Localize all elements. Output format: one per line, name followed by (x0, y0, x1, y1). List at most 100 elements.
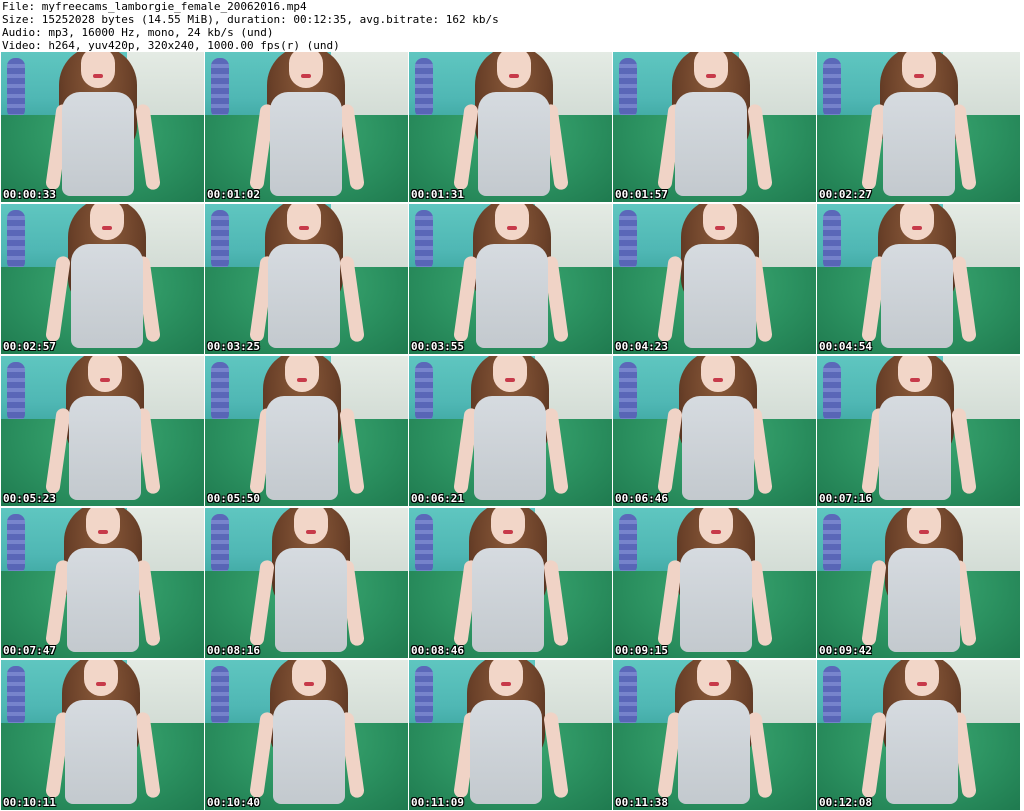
person-lips (502, 530, 513, 534)
person-top (265, 396, 338, 500)
person-lips (97, 530, 108, 534)
person-face (496, 52, 531, 88)
person-face (698, 508, 733, 544)
person-top (267, 244, 340, 348)
person-top (885, 700, 958, 804)
person-lips (714, 226, 725, 230)
video-thumbnail: 00:12:08 (817, 660, 1020, 810)
person-face (85, 508, 120, 544)
video-thumbnail: 00:00:33 (1, 52, 204, 202)
person-top (679, 548, 752, 652)
timestamp-label: 00:12:08 (819, 796, 872, 809)
person-face (284, 356, 319, 392)
person-top (882, 92, 955, 196)
person-face (906, 508, 941, 544)
timestamp-label: 00:05:23 (3, 492, 56, 505)
person-face (696, 660, 731, 696)
timestamp-label: 00:11:38 (615, 796, 668, 809)
person-face (702, 204, 737, 240)
person-face (490, 508, 525, 544)
person-face (288, 52, 323, 88)
person-lips (303, 682, 314, 686)
person-face (83, 660, 118, 696)
person-top (469, 700, 542, 804)
person-lips (705, 74, 716, 78)
person-lips (508, 74, 519, 78)
video-thumbnail: 00:05:50 (205, 356, 408, 506)
person-top (269, 92, 342, 196)
person-face (80, 52, 115, 88)
person-lips (92, 74, 103, 78)
person-top (61, 92, 134, 196)
person-lips (506, 226, 517, 230)
video-thumbnail: 00:04:54 (817, 204, 1020, 354)
person-lips (916, 682, 927, 686)
person-top (677, 700, 750, 804)
video-thumbnail: 00:09:42 (817, 508, 1020, 658)
person-top (681, 396, 754, 500)
person-face (693, 52, 728, 88)
person-lips (296, 378, 307, 382)
file-info-header: File: myfreecams_lamborgie_female_200620… (2, 0, 1020, 52)
person-face (492, 356, 527, 392)
person-face (89, 204, 124, 240)
person-lips (909, 378, 920, 382)
person-top (878, 396, 951, 500)
person-lips (918, 530, 929, 534)
person-face (494, 204, 529, 240)
video-thumbnail: 00:02:57 (1, 204, 204, 354)
person-lips (300, 74, 311, 78)
person-lips (913, 74, 924, 78)
video-thumbnail: 00:10:11 (1, 660, 204, 810)
timestamp-label: 00:05:50 (207, 492, 260, 505)
person-lips (95, 682, 106, 686)
person-face (899, 204, 934, 240)
person-lips (298, 226, 309, 230)
video-thumbnail: 00:11:09 (409, 660, 612, 810)
person-lips (712, 378, 723, 382)
person-top (683, 244, 756, 348)
person-face (700, 356, 735, 392)
video-info-line: Video: h264, yuv420p, 320x240, 1000.00 f… (2, 39, 340, 52)
video-thumbnail: 00:08:46 (409, 508, 612, 658)
person-lips (710, 530, 721, 534)
person-face (901, 52, 936, 88)
person-face (87, 356, 122, 392)
video-thumbnail: 00:07:16 (817, 356, 1020, 506)
person-top (880, 244, 953, 348)
timestamp-label: 00:04:23 (615, 340, 668, 353)
timestamp-label: 00:01:31 (411, 188, 464, 201)
person-lips (305, 530, 316, 534)
timestamp-label: 00:07:16 (819, 492, 872, 505)
person-face (904, 660, 939, 696)
video-thumbnail: 00:07:47 (1, 508, 204, 658)
timestamp-label: 00:02:27 (819, 188, 872, 201)
thumbnail-grid: 00:00:33 00:01:02 00:01:31 00:01:57 00:02:27… (0, 52, 1024, 811)
video-thumbnail: 00:02:27 (817, 52, 1020, 202)
video-thumbnail: 00:06:21 (409, 356, 612, 506)
person-face (291, 660, 326, 696)
person-lips (504, 378, 515, 382)
video-thumbnail: 00:11:38 (613, 660, 816, 810)
person-top (887, 548, 960, 652)
person-lips (911, 226, 922, 230)
timestamp-label: 00:00:33 (3, 188, 56, 201)
person-top (475, 244, 548, 348)
video-thumbnail: 00:09:15 (613, 508, 816, 658)
person-face (488, 660, 523, 696)
video-thumbnail: 00:01:31 (409, 52, 612, 202)
file-name-line: File: myfreecams_lamborgie_female_200620… (2, 0, 307, 13)
person-lips (101, 226, 112, 230)
timestamp-label: 00:02:57 (3, 340, 56, 353)
person-top (274, 548, 347, 652)
file-size-line: Size: 15252028 bytes (14.55 MiB), durati… (2, 13, 499, 26)
person-top (272, 700, 345, 804)
person-lips (500, 682, 511, 686)
video-thumbnail: 00:04:23 (613, 204, 816, 354)
person-lips (708, 682, 719, 686)
person-lips (99, 378, 110, 382)
person-top (68, 396, 141, 500)
timestamp-label: 00:08:46 (411, 644, 464, 657)
person-top (477, 92, 550, 196)
timestamp-label: 00:06:46 (615, 492, 668, 505)
